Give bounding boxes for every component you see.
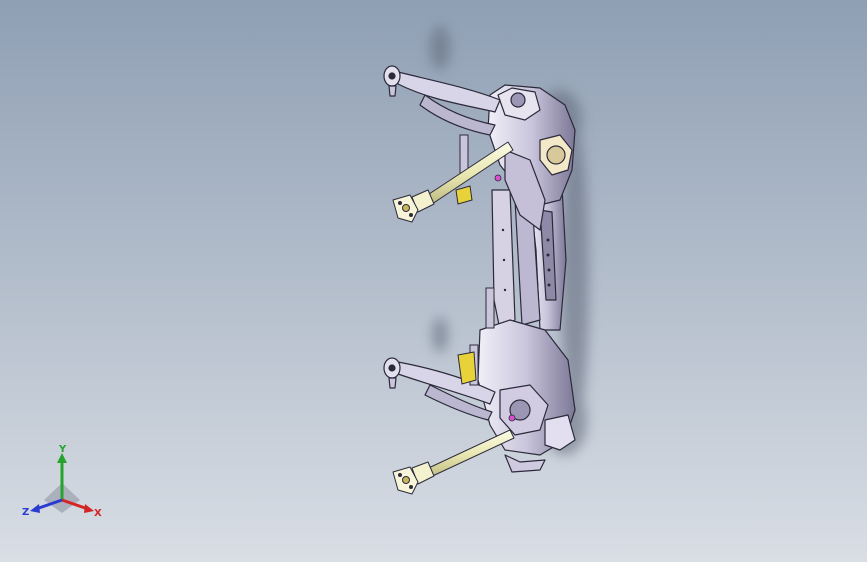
rear-drive-shaft <box>392 429 515 495</box>
axis-triad: Y X Z <box>22 444 112 525</box>
upper-control-arm <box>383 65 501 136</box>
yellow-brackets <box>455 185 477 385</box>
x-axis-label: X <box>94 508 102 519</box>
z-axis-label: Z <box>22 507 29 518</box>
z-axis-arrow <box>30 504 40 513</box>
x-axis-arrow <box>84 504 94 513</box>
graphics-viewport[interactable]: Y X Z <box>0 0 867 562</box>
y-axis-label: Y <box>58 445 67 455</box>
subframe-assembly-model[interactable] <box>0 0 867 562</box>
